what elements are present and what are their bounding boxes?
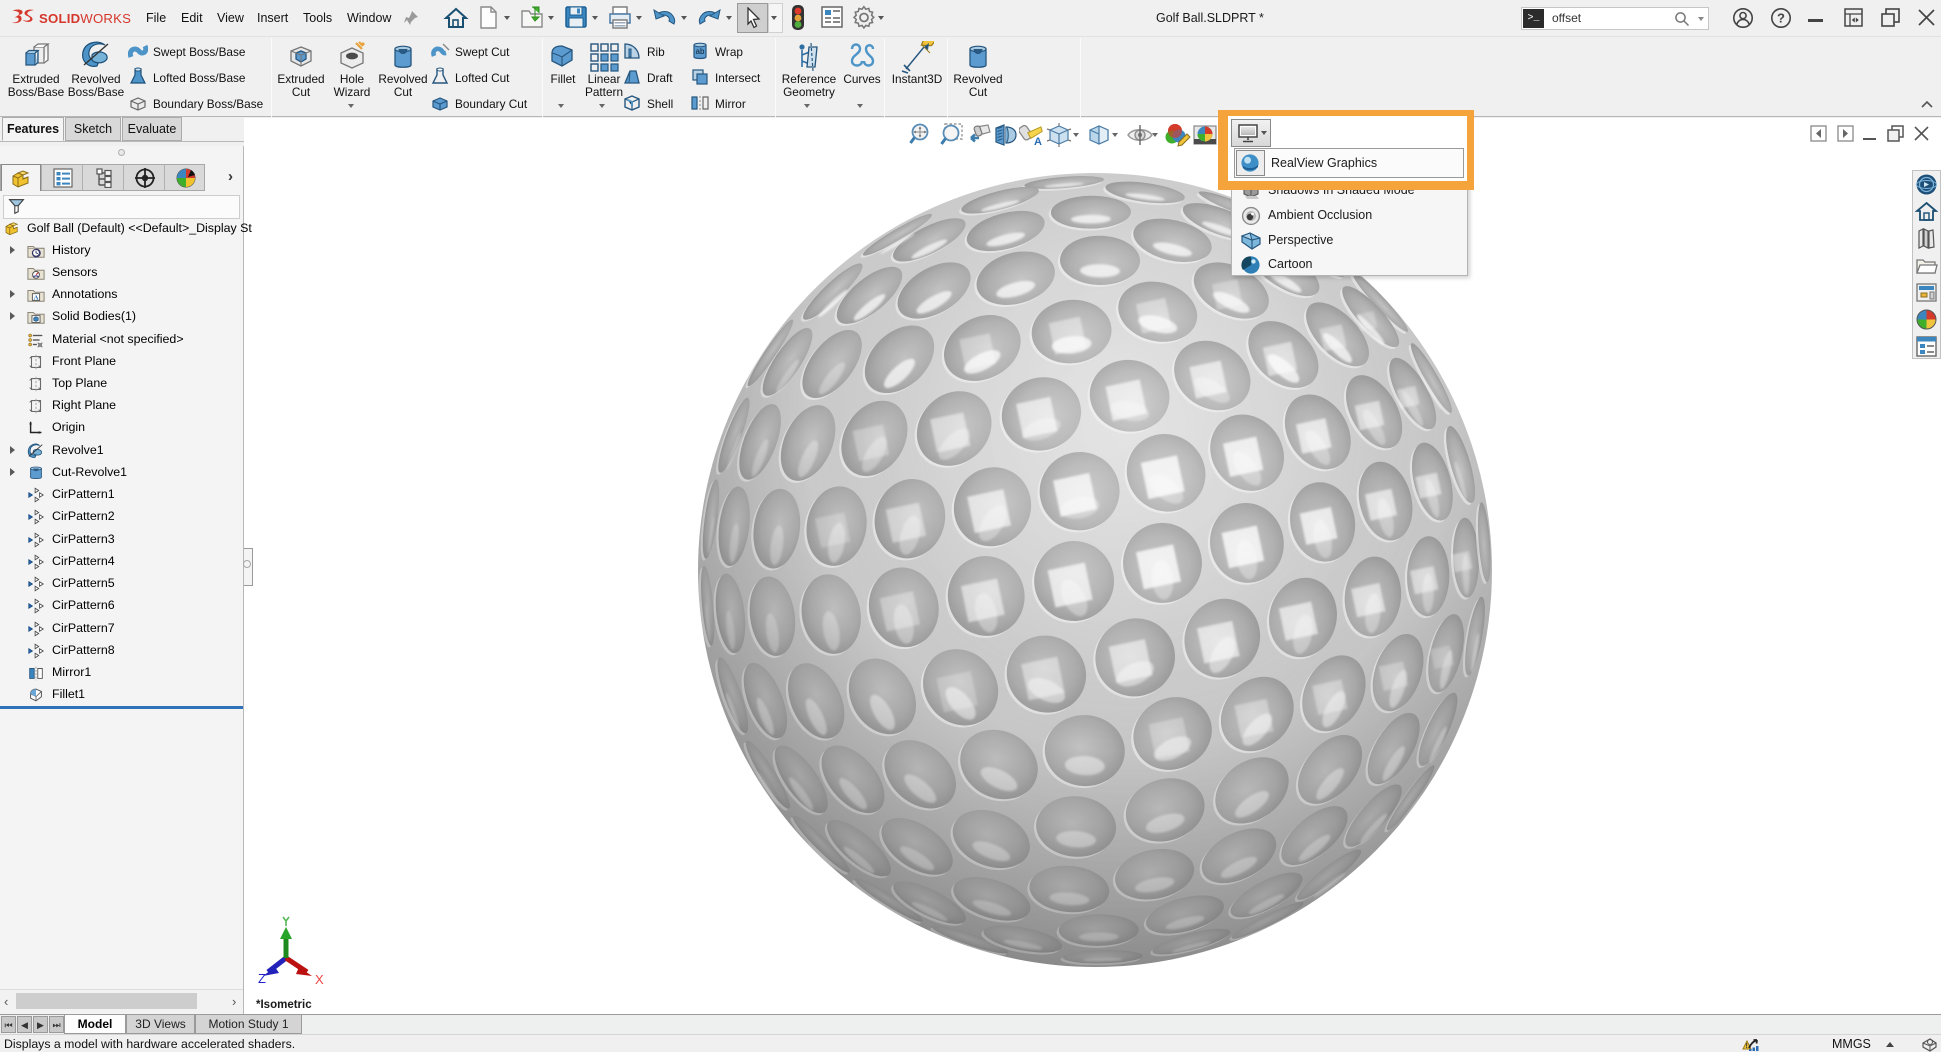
svg-text:?: ?	[1777, 11, 1785, 26]
svg-text:X: X	[315, 972, 324, 985]
svg-text:SOLIDWORKS: SOLIDWORKS	[39, 11, 131, 26]
svg-text:A: A	[34, 295, 39, 302]
svg-text:Z: Z	[258, 971, 266, 985]
svg-text:!: !	[1746, 1043, 1748, 1050]
svg-text:ab: ab	[696, 47, 705, 56]
svg-text:A: A	[1034, 136, 1042, 148]
